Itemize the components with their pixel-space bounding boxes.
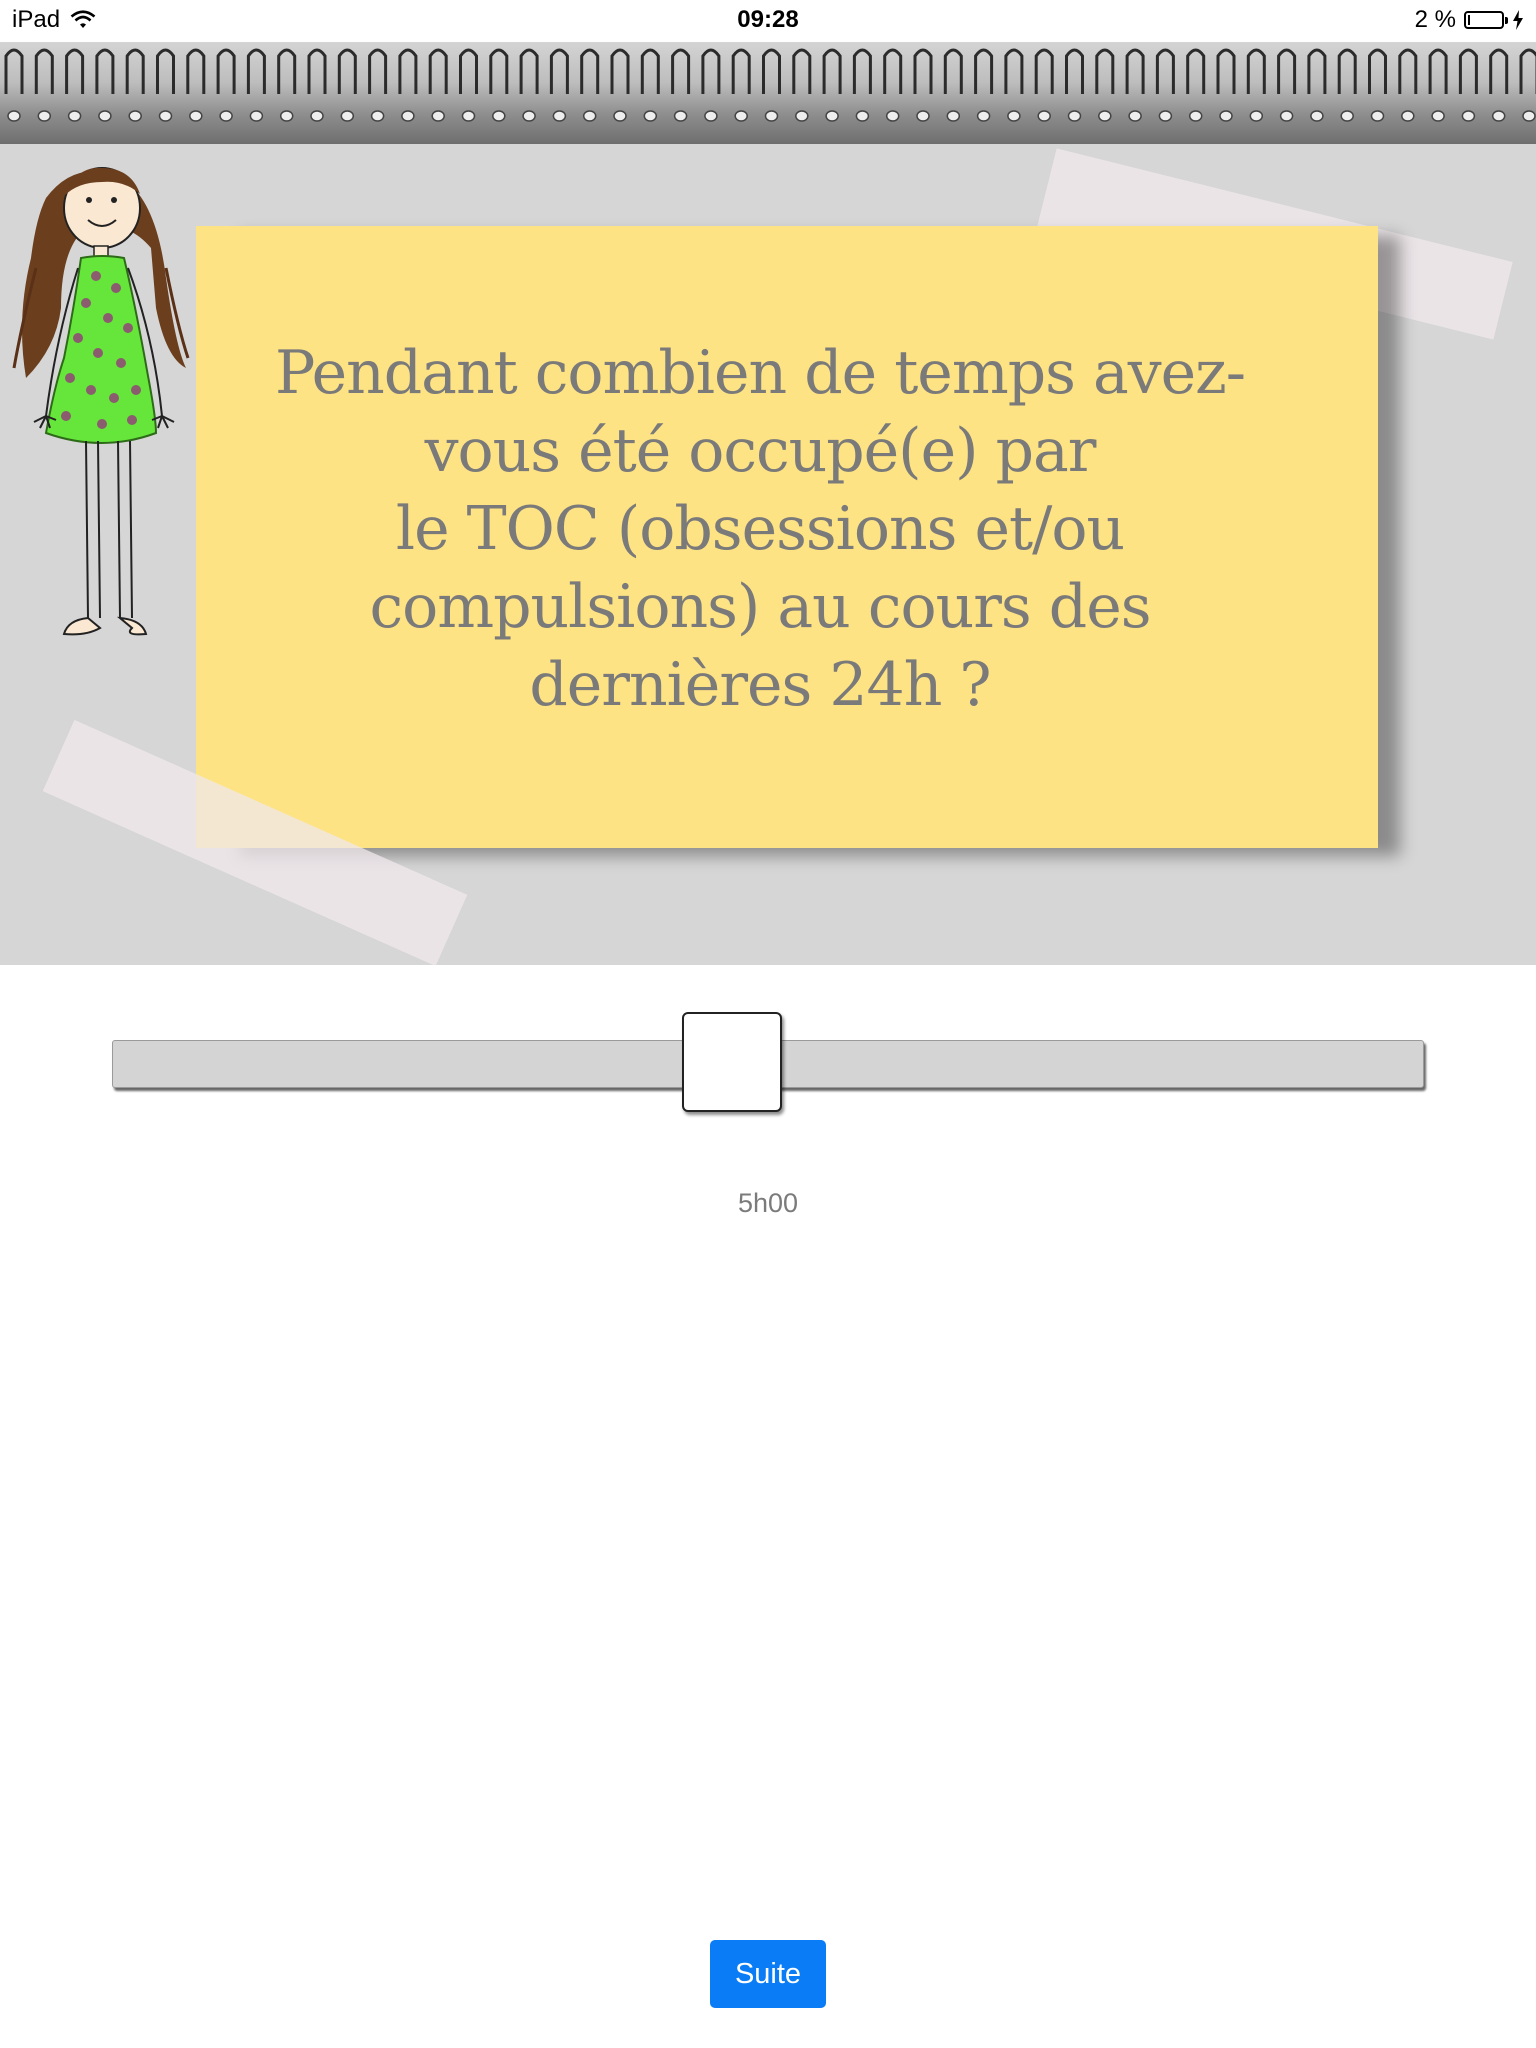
charging-bolt-icon (1513, 10, 1523, 30)
duration-slider-thumb[interactable] (681, 1012, 782, 1112)
question-line: vous été occupé(e) par (424, 416, 1097, 486)
battery-icon (1464, 11, 1508, 29)
status-bar-right: 2 % (1415, 6, 1524, 34)
question-line: le TOC (obsessions et/ou (395, 494, 1125, 564)
battery-percent: 2 % (1414, 6, 1456, 33)
next-button[interactable]: Suite (710, 1940, 826, 2008)
question-text: Pendant combien de temps avez- vous été … (230, 334, 1290, 724)
spiral-binding (0, 42, 1536, 144)
girl-illustration (12, 167, 190, 636)
question-line: Pendant combien de temps avez- (274, 338, 1246, 408)
status-bar: iPad 09:28 2 % (0, 0, 1536, 42)
question-line: dernières 24h ? (529, 650, 991, 720)
question-line: compulsions) au cours des (369, 572, 1152, 642)
status-time: 09:28 (737, 6, 799, 33)
duration-value-label: 5h00 (737, 1188, 799, 1218)
question-panel: Pendant combien de temps avez- vous été … (0, 144, 1536, 965)
